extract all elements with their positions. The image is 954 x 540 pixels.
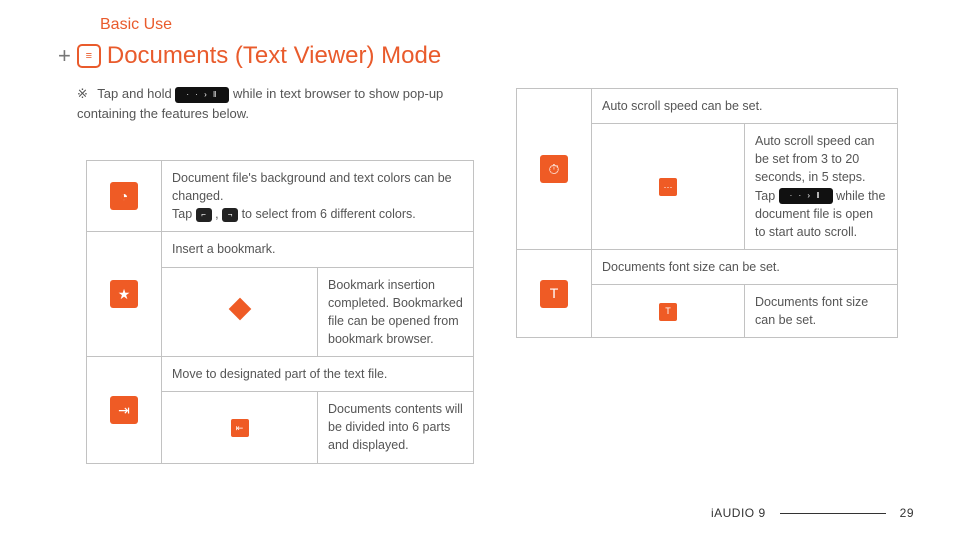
feature-sub-desc: Documents font size can be set. [745, 285, 898, 338]
tap-after: to select from 6 different colors. [242, 207, 416, 221]
feature-sub-desc: Bookmark insertion completed. Bookmarked… [318, 267, 474, 357]
key-left-icon: ⌐ [196, 208, 212, 222]
section-label: Basic Use [100, 16, 172, 34]
goto-sub-icon: ⇤ [231, 419, 249, 437]
plus-icon: + [58, 43, 71, 69]
footer-divider [780, 513, 886, 514]
feature-header: Documents font size can be set. [592, 249, 898, 284]
table-row: T Documents font size can be set. [517, 249, 898, 284]
feature-desc: Document file's background and text colo… [162, 161, 474, 232]
reference-mark-icon: ※ [77, 86, 88, 101]
goto-icon: ⇥ [110, 396, 138, 424]
feature-sub-desc: Documents contents will be divided into … [318, 392, 474, 463]
footer-page-number: 29 [900, 506, 914, 520]
sub-line1: Auto scroll speed can be set from 3 to 2… [755, 134, 875, 184]
feature-sub-desc: Auto scroll speed can be set from 3 to 2… [745, 124, 898, 250]
page-title: + ≡ Documents (Text Viewer) Mode [58, 42, 441, 70]
feature-header: Auto scroll speed can be set. [592, 89, 898, 124]
autoscroll-sub-icon: ⋯ [659, 178, 677, 196]
feature-header: Move to designated part of the text file… [162, 357, 474, 392]
fontsize-icon: T [540, 280, 568, 308]
feature-header: Insert a bookmark. [162, 232, 474, 267]
footer: iAUDIO 9 29 [0, 506, 954, 520]
features-table-right: ⏱ Auto scroll speed can be set. ⋯ Auto s… [516, 88, 898, 338]
intro-before: Tap and hold [97, 86, 175, 101]
sub-line2-before: Tap [755, 189, 779, 203]
table-row: ◔ Document file's background and text co… [87, 161, 474, 232]
diamond-icon [228, 298, 251, 321]
key-right-icon: ¬ [222, 208, 238, 222]
autoscroll-icon: ⏱ [540, 155, 568, 183]
table-row: ⇥ Move to designated part of the text fi… [87, 357, 474, 392]
footer-brand: iAUDIO 9 [711, 506, 766, 520]
tap-mid: , [215, 207, 222, 221]
intro-paragraph: ※ Tap and hold · · › ‖ while in text bro… [77, 84, 477, 123]
table-row: ★ Insert a bookmark. [87, 232, 474, 267]
touch-strip-icon: · · › ‖ [175, 87, 229, 103]
features-table-left: ◔ Document file's background and text co… [86, 160, 474, 464]
tap-before: Tap [172, 207, 196, 221]
table-row: ⏱ Auto scroll speed can be set. [517, 89, 898, 124]
title-document-icon: ≡ [77, 44, 101, 68]
fontsize-sub-icon: T [659, 303, 677, 321]
color-palette-icon: ◔ [110, 182, 138, 210]
bookmark-icon: ★ [110, 280, 138, 308]
feature-line1: Document file's background and text colo… [172, 171, 452, 203]
touch-strip-icon: · · › ‖ [779, 188, 833, 204]
title-text: Documents (Text Viewer) Mode [107, 42, 441, 70]
